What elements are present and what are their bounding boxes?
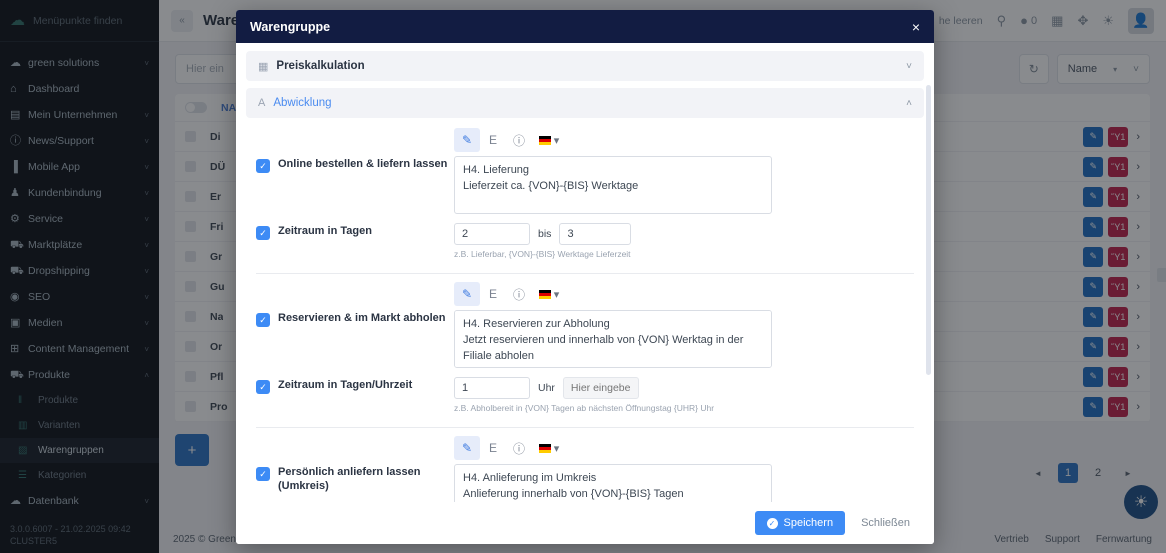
accordion-abwicklung[interactable]: A Abwicklung ˄ xyxy=(246,88,924,118)
calc-icon: ▦ xyxy=(258,60,268,73)
range-row: ✓ Zeitraum in Tagen bis z.B. Lieferbar, {VO… xyxy=(256,223,914,259)
range-hint: z.B. Abholbereit in {VON} Tagen ab nächs… xyxy=(454,403,914,413)
question-circle-icon[interactable]: ⓘ xyxy=(506,436,532,460)
chevron-down-icon: ˅ xyxy=(906,61,912,72)
accordion-preiskalkulation[interactable]: ▦ Preiskalkulation ˅ xyxy=(246,51,924,81)
warengruppe-modal: Warengruppe × ▦ Preiskalkulation ˅ A Abw… xyxy=(236,10,934,544)
unit-label: Uhr xyxy=(538,382,555,394)
option-control xyxy=(454,156,914,219)
document-icon[interactable]: ὜E xyxy=(480,128,506,152)
option-label: Persönlich anliefern lassen (Umkreis) xyxy=(278,464,454,494)
range-hint: z.B. Lieferbar, {VON}-{BIS} Werktage Lie… xyxy=(454,249,914,259)
document-icon[interactable]: ὜E xyxy=(480,436,506,460)
abwicklung-section: ✎὜Eⓘ▾✓Online bestellen & liefern lassen✓… xyxy=(256,125,914,273)
range-checkbox[interactable]: ✓ xyxy=(256,380,270,394)
option-row: ✓ Reservieren & im Markt abholen xyxy=(256,310,914,373)
range-row: ✓ Zeitraum in Tagen/Uhrzeit Uhr z.B. Abholb… xyxy=(256,377,914,413)
range-checkbox[interactable]: ✓ xyxy=(256,226,270,240)
abwicklung-section: ✎ ὜E ⓘ ▾ ✓ Persönlich anliefern lassen (Umkre… xyxy=(256,427,914,502)
description-textarea[interactable] xyxy=(454,156,772,214)
description-textarea[interactable] xyxy=(454,464,772,502)
german-flag-icon[interactable]: ▾ xyxy=(532,436,566,460)
modal-title: Warengruppe xyxy=(250,20,330,34)
flag-glyph xyxy=(539,444,551,453)
option-label: Reservieren & im Markt abholen xyxy=(278,310,454,326)
range-label: Zeitraum in Tagen/Uhrzeit xyxy=(278,377,454,393)
pencil-square-icon[interactable]: ✎ xyxy=(454,128,480,152)
modal-header: Warengruppe × xyxy=(236,10,934,43)
abwicklung-section: ✎὜Eⓘ ▾ ✓ Reservieren & im Markt abholen ✓ Zei… xyxy=(256,273,914,427)
option-control xyxy=(454,464,914,502)
german-flag-icon[interactable]: ▾ xyxy=(532,128,566,152)
pencil-square-icon[interactable]: ✎ xyxy=(454,436,480,460)
text-toolbar: ✎ ὜E ⓘ ▾ xyxy=(454,436,914,460)
option-checkbox[interactable]: ✓ xyxy=(256,159,270,173)
app-root: ☁ Menüpunkte finden ☁green solutions˅⌂Da… xyxy=(0,0,1166,553)
caret-down-icon: ▾ xyxy=(554,442,560,455)
close-icon[interactable]: × xyxy=(912,20,920,34)
option-row: ✓ Online bestellen & liefern lassen xyxy=(256,156,914,219)
days-from-input[interactable] xyxy=(454,223,530,245)
modal-body: ▦ Preiskalkulation ˅ A Abwicklung ˄ ✎ ὜E ⓘ… xyxy=(236,43,934,502)
modal-footer: ✓ Speichern Schließen xyxy=(236,502,934,544)
days-from-input[interactable] xyxy=(454,377,530,399)
pencil-square-icon[interactable]: ✎ xyxy=(454,282,480,306)
flag-glyph xyxy=(539,290,551,299)
range-control: Uhr z.B. Abholbereit in {VON} Tagen ab nä… xyxy=(454,377,914,413)
check-circle-icon: ✓ xyxy=(767,518,778,529)
option-label: Online bestellen & liefern lassen xyxy=(278,156,454,172)
chevron-up-icon: ˄ xyxy=(906,98,912,109)
letter-a-icon: A xyxy=(258,97,265,109)
caret-down-icon: ▾ xyxy=(554,288,560,301)
accordion-label: Preiskalkulation xyxy=(276,60,364,72)
text-toolbar: ✎ ὜E ⓘ ▾ xyxy=(454,282,914,306)
sections-list: ✎὜Eⓘ▾✓Online bestellen & liefern lassen✓… xyxy=(250,125,920,502)
description-textarea[interactable] xyxy=(454,310,772,368)
save-label: Speichern xyxy=(784,517,834,529)
question-circle-icon[interactable]: ⓘ xyxy=(506,282,532,306)
german-flag-icon[interactable]: ▾ xyxy=(532,282,566,306)
question-circle-icon[interactable]: ⓘ xyxy=(506,128,532,152)
document-icon[interactable]: ὜E xyxy=(480,282,506,306)
between-label: bis xyxy=(538,228,551,240)
caret-down-icon: ▾ xyxy=(554,134,560,147)
time-input[interactable] xyxy=(563,377,639,399)
save-button[interactable]: ✓ Speichern xyxy=(755,511,846,535)
range-label: Zeitraum in Tagen xyxy=(278,223,454,239)
option-checkbox[interactable]: ✓ xyxy=(256,467,270,481)
text-toolbar: ✎ ὜E ⓘ ▾ xyxy=(454,128,914,152)
accordion-label: Abwicklung xyxy=(273,97,331,109)
option-control xyxy=(454,310,914,373)
cancel-button[interactable]: Schließen xyxy=(851,511,920,535)
option-checkbox[interactable]: ✓ xyxy=(256,313,270,327)
option-row: ✓ Persönlich anliefern lassen (Umkreis) xyxy=(256,464,914,502)
range-control: bis z.B. Lieferbar, {VON}-{BIS} Werktage … xyxy=(454,223,914,259)
abwicklung-panel: ✎὜Eⓘ▾✓Online bestellen & liefern lassen✓… xyxy=(246,125,924,502)
flag-glyph xyxy=(539,136,551,145)
modal-scrollbar[interactable] xyxy=(926,85,931,375)
days-to-input[interactable] xyxy=(559,223,631,245)
